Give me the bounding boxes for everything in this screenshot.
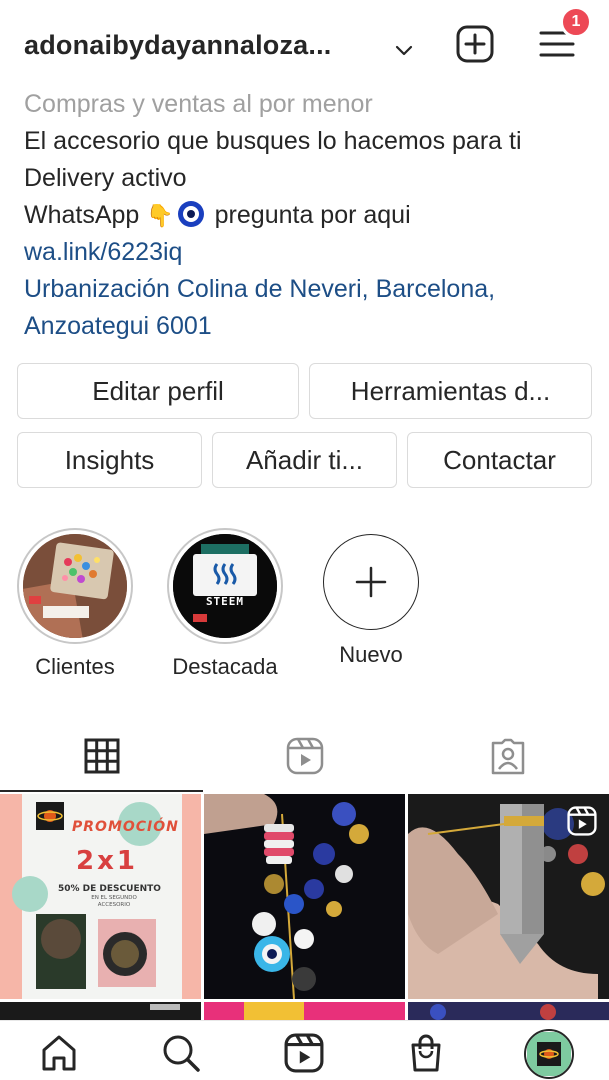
evil-eye-icon [177,201,204,227]
nav-home[interactable] [37,1031,81,1075]
reels-icon [286,737,323,775]
professional-tools-button[interactable]: Herramientas d... [309,363,592,419]
contact-button[interactable]: Contactar [407,432,592,488]
insights-button[interactable]: Insights [17,432,202,488]
promo-discount: 50% DE DESCUENTO [58,884,161,894]
promo-offer: 2x1 [76,846,138,876]
tagged-person-icon [491,738,524,775]
highlight-new[interactable]: Nuevo [311,528,431,668]
new-highlight-button[interactable] [323,534,419,630]
profile-bio: Compras y ventas al por menor El accesor… [24,86,594,345]
highlight-cover-image: STEEM [173,534,277,638]
bio-address-line[interactable]: Urbanización Colina de Neveri, Barcelona… [24,271,594,308]
bio-whatsapp-line: WhatsApp 👇 pregunta por aqui [24,197,594,234]
home-icon [42,1035,76,1071]
profile-header: adonaibydayannaloza... 1 [0,0,609,92]
account-username[interactable]: adonaibydayannaloza... [24,30,331,61]
highlight-label: Nuevo [339,642,403,667]
promo-subtext: EN EL SEGUNDO ACCESORIO [91,895,137,908]
tab-reels[interactable] [203,720,406,792]
bio-website-link[interactable]: wa.link/6223iq [24,234,594,271]
post-thumbnail[interactable]: PROMOCIÓN 2x1 50% DE DESCUENTO EN EL SEG… [0,794,201,999]
highlight-clientes[interactable]: Clientes [15,528,135,680]
active-tab-indicator [0,790,203,792]
bio-line: El accesorio que busques lo hacemos para… [24,127,522,155]
chevron-down-icon[interactable] [394,40,414,60]
tab-tagged[interactable] [406,720,609,792]
bio-line: Delivery activo [24,164,187,192]
bio-ask-text: pregunta por aqui [214,201,411,229]
bio-address-line[interactable]: Anzoategui 6001 [24,308,594,345]
shopping-bag-icon [411,1034,441,1072]
highlight-label: Clientes [35,654,115,679]
post-thumbnail[interactable] [408,794,609,999]
new-post-icon[interactable] [455,24,495,64]
avatar [527,1032,571,1076]
promo-title: PROMOCIÓN [72,819,179,835]
bio-whatsapp-text: WhatsApp [24,201,140,229]
highlight-label: Destacada [172,654,278,679]
plus-icon [355,566,387,598]
grid-icon [84,738,119,774]
post-thumbnail[interactable] [204,794,405,999]
bottom-navigation [0,1020,609,1080]
nav-search[interactable] [159,1031,203,1075]
reel-indicator-icon [567,806,597,836]
profile-tabs [0,720,609,792]
highlight-cover-image [23,534,127,638]
highlight-ring [17,528,133,644]
highlight-ring: STEEM [167,528,283,644]
add-shop-button[interactable]: Añadir ti... [212,432,397,488]
nav-profile-avatar[interactable] [524,1029,574,1079]
nav-shop[interactable] [404,1031,448,1075]
tab-posts-grid[interactable] [0,720,203,792]
reels-icon [284,1033,324,1073]
posts-grid: PROMOCIÓN 2x1 50% DE DESCUENTO EN EL SEG… [0,794,609,1024]
steem-badge-text: STEEM [205,595,245,608]
edit-profile-button[interactable]: Editar perfil [17,363,299,419]
notification-badge: 1 [560,6,592,38]
search-icon [163,1035,200,1072]
highlight-destacada[interactable]: STEEM Destacada [165,528,285,680]
pointing-down-hand-icon: 👇 [146,203,174,228]
nav-reels[interactable] [282,1031,326,1075]
